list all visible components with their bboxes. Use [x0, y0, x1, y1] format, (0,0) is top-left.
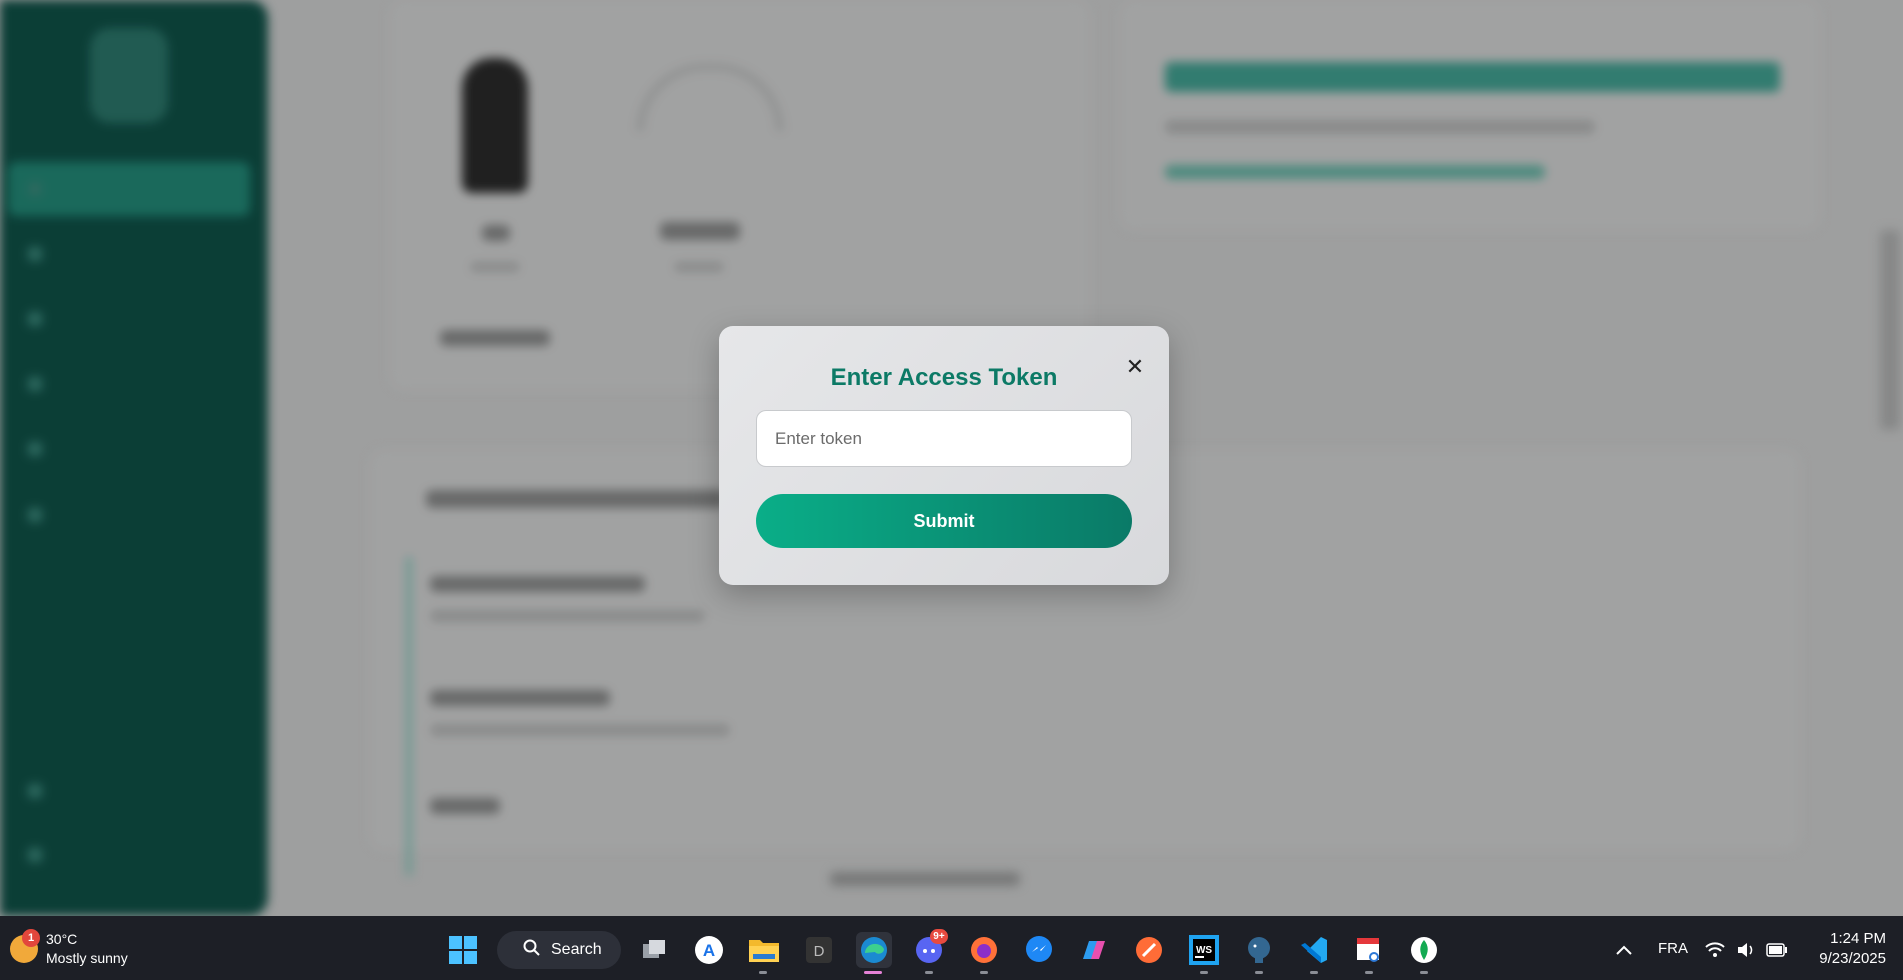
- mongodb-icon[interactable]: [1406, 932, 1442, 968]
- access-token-modal: Enter Access Token Submit: [719, 326, 1169, 585]
- svg-text:A: A: [703, 941, 715, 960]
- snipping-tool-icon[interactable]: [1351, 932, 1387, 968]
- postman-icon[interactable]: [1131, 932, 1167, 968]
- taskbar-search-button[interactable]: Search: [497, 931, 621, 969]
- token-input[interactable]: [756, 410, 1132, 467]
- chevron-up-icon[interactable]: [1606, 932, 1642, 968]
- copilot-icon[interactable]: [1076, 932, 1112, 968]
- clock-date: 9/23/2025: [1819, 950, 1886, 967]
- app-store-icon[interactable]: A: [691, 932, 727, 968]
- sun-cloud-icon: 1: [10, 929, 40, 963]
- firefox-icon[interactable]: [966, 932, 1002, 968]
- speaker-icon[interactable]: [1731, 932, 1761, 968]
- svg-text:WS: WS: [1196, 945, 1212, 956]
- webstorm-icon[interactable]: WS: [1186, 932, 1222, 968]
- clock-time: 1:24 PM: [1830, 930, 1886, 947]
- language-indicator[interactable]: FRA: [1658, 940, 1688, 957]
- modal-title: Enter Access Token: [830, 364, 1058, 391]
- messenger-icon[interactable]: [1021, 932, 1057, 968]
- weather-badge: 1: [22, 929, 40, 947]
- file-explorer-icon[interactable]: [746, 932, 782, 968]
- vscode-icon[interactable]: [1296, 932, 1332, 968]
- postgresql-icon[interactable]: [1241, 932, 1277, 968]
- svg-text:D: D: [814, 943, 825, 960]
- d-app-icon[interactable]: D: [801, 932, 837, 968]
- close-icon[interactable]: ✕: [1120, 352, 1150, 382]
- edge-icon[interactable]: [856, 932, 892, 968]
- search-icon: [523, 939, 541, 962]
- wifi-icon[interactable]: [1700, 932, 1730, 968]
- windows-start-icon[interactable]: [445, 932, 481, 968]
- weather-temp: 30°C: [46, 931, 78, 947]
- weather-widget[interactable]: 1 30°C Mostly sunny: [10, 929, 128, 968]
- battery-icon[interactable]: [1762, 932, 1792, 968]
- discord-badge: 9+: [930, 929, 948, 944]
- clock[interactable]: 1:24 PM 9/23/2025: [1800, 929, 1886, 969]
- submit-button[interactable]: Submit: [756, 494, 1132, 548]
- weather-condition: Mostly sunny: [46, 950, 128, 966]
- search-label: Search: [551, 941, 602, 958]
- task-view-icon[interactable]: [636, 932, 672, 968]
